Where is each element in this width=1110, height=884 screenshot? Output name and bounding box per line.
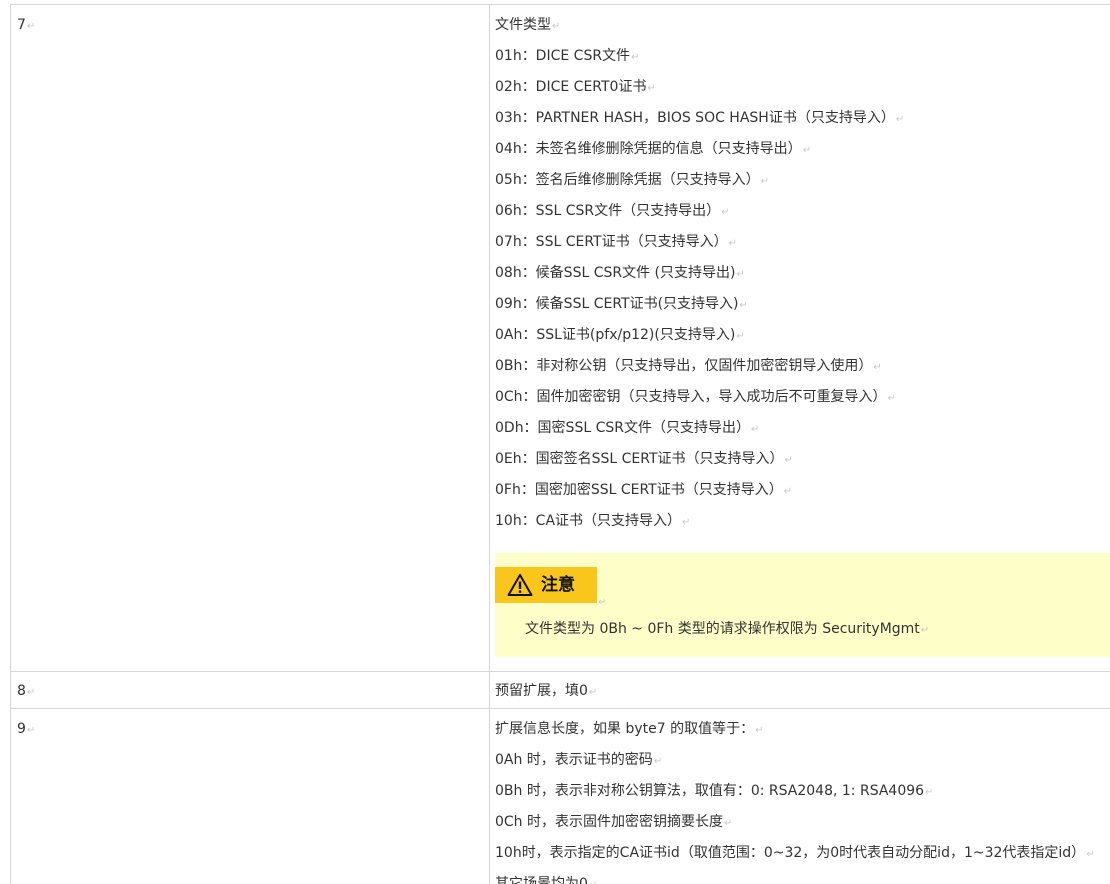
paragraph-mark-icon: ↵	[721, 207, 730, 218]
paragraph-mark-icon: ↵	[631, 52, 640, 63]
paragraph-mark-icon: ↵	[783, 486, 793, 497]
notice-box: 注意 ↵ 文件类型为 0Bh ~ 0Fh 类型的请求操作权限为 Security…	[495, 553, 1110, 657]
paragraph-mark-icon: ↵	[682, 517, 691, 528]
description-line: 0Ah 时，表示证书的密码↵	[495, 752, 663, 768]
description-line: 08h：候备SSL CSR文件 (只支持导出)↵	[495, 265, 745, 281]
description-line: 文件类型↵	[495, 17, 561, 33]
paragraph-mark-icon: ↵	[750, 424, 760, 435]
notice-header: 注意	[495, 567, 597, 603]
paragraph-mark-icon: ↵	[784, 455, 793, 466]
paragraph-mark-icon: ↵	[873, 362, 882, 373]
description-line: 05h：签名后维修删除凭据（只支持导入）↵	[495, 172, 770, 188]
byte-number: 7	[17, 17, 26, 33]
paragraph-mark-icon: ↵	[736, 331, 745, 342]
warning-triangle-icon	[507, 574, 533, 596]
paragraph-mark-icon: ↵	[588, 687, 598, 698]
description-cell: 扩展信息长度，如果 byte7 的取值等于：↵ 0Ah 时，表示证书的密码↵ 0…	[489, 708, 1110, 884]
description-line: 03h：PARTNER HASH，BIOS SOC HASH证书（只支持导入）↵	[495, 110, 905, 126]
paragraph-mark-icon: ↵	[647, 83, 656, 94]
description-line: 04h：未签名维修删除凭据的信息（只支持导出）↵	[495, 141, 812, 157]
byte-number: 9	[17, 721, 26, 737]
paragraph-mark-icon: ↵	[739, 300, 748, 311]
paragraph-mark-icon: ↵	[736, 269, 745, 280]
description-line: 10h：CA证书（只支持导入）↵	[495, 513, 691, 529]
description-line: 10h时，表示指定的CA证书id（取值范围：0~32，为0时代表自动分配id，1…	[495, 845, 1095, 861]
paragraph-mark-icon: ↵	[887, 393, 896, 404]
description-line: 0Bh 时，表示非对称公钥算法，取值有：0: RSA2048, 1: RSA40…	[495, 783, 934, 799]
paragraph-mark-icon: ↵	[598, 597, 607, 608]
description-line: 02h：DICE CERT0证书↵	[495, 79, 656, 95]
description-line: 0Ch 时，表示固件加密密钥摘要长度↵	[495, 814, 733, 830]
table-row: 9↵ 扩展信息长度，如果 byte7 的取值等于：↵ 0Ah 时，表示证书的密码…	[10, 708, 1110, 884]
description-line: 01h：DICE CSR文件↵	[495, 48, 640, 64]
paragraph-mark-icon: ↵	[26, 21, 36, 32]
description-line: 其它场景均为0↵	[495, 874, 1110, 884]
description-line: 06h：SSL CSR文件（只支持导出）↵	[495, 203, 730, 219]
table-row: 7↵ 文件类型↵ 01h：DICE CSR文件↵ 02h：DICE CERT0证…	[10, 4, 1110, 672]
paragraph-mark-icon: ↵	[1086, 849, 1095, 860]
description-line: 0Dh：国密SSL CSR文件（只支持导出）↵	[495, 420, 760, 436]
paragraph-mark-icon: ↵	[760, 176, 770, 187]
description-line: 0Fh：国密加密SSL CERT证书（只支持导入）↵	[495, 482, 793, 498]
paragraph-mark-icon: ↵	[728, 238, 737, 249]
description-line: 09h：候备SSL CERT证书(只支持导入)↵	[495, 296, 748, 312]
description-line: 0Eh：国密签名SSL CERT证书（只支持导入）↵	[495, 451, 793, 467]
description-line: 预留扩展，填0↵	[495, 683, 598, 699]
description-line: 扩展信息长度，如果 byte7 的取值等于：↵	[495, 721, 764, 737]
notice-title: 注意	[541, 575, 575, 595]
paragraph-mark-icon: ↵	[653, 756, 663, 767]
notice-text: 文件类型为 0Bh ~ 0Fh 类型的请求操作权限为 SecurityMgmt↵	[525, 621, 930, 637]
description-cell: 预留扩展，填0↵	[489, 671, 1110, 709]
field-spec-table: 7↵ 文件类型↵ 01h：DICE CSR文件↵ 02h：DICE CERT0证…	[10, 4, 1110, 884]
paragraph-mark-icon: ↵	[920, 625, 930, 636]
description-line: 0Ah：SSL证书(pfx/p12)(只支持导入)↵	[495, 327, 745, 343]
table-row: 8↵ 预留扩展，填0↵	[10, 671, 1110, 709]
paragraph-mark-icon: ↵	[802, 145, 812, 156]
description-line: 0Bh：非对称公钥（只支持导出，仅固件加密密钥导入使用）↵	[495, 358, 882, 374]
byte-number: 8	[17, 683, 26, 699]
paragraph-mark-icon: ↵	[724, 818, 733, 829]
paragraph-mark-icon: ↵	[589, 880, 597, 884]
description-cell: 文件类型↵ 01h：DICE CSR文件↵ 02h：DICE CERT0证书↵ …	[489, 4, 1110, 672]
paragraph-mark-icon: ↵	[895, 114, 905, 125]
paragraph-mark-icon: ↵	[552, 21, 561, 32]
byte-cell: 7↵	[10, 4, 490, 672]
paragraph-mark-icon: ↵	[26, 687, 36, 698]
byte-cell: 9↵	[10, 708, 490, 884]
description-line: 07h：SSL CERT证书（只支持导入）↵	[495, 234, 737, 250]
byte-cell: 8↵	[10, 671, 490, 709]
paragraph-mark-icon: ↵	[755, 725, 764, 736]
description-line: 0Ch：固件加密密钥（只支持导入，导入成功后不可重复导入）↵	[495, 389, 896, 405]
document-page: 7↵ 文件类型↵ 01h：DICE CSR文件↵ 02h：DICE CERT0证…	[0, 0, 1110, 884]
paragraph-mark-icon: ↵	[925, 787, 934, 798]
paragraph-mark-icon: ↵	[26, 725, 36, 736]
